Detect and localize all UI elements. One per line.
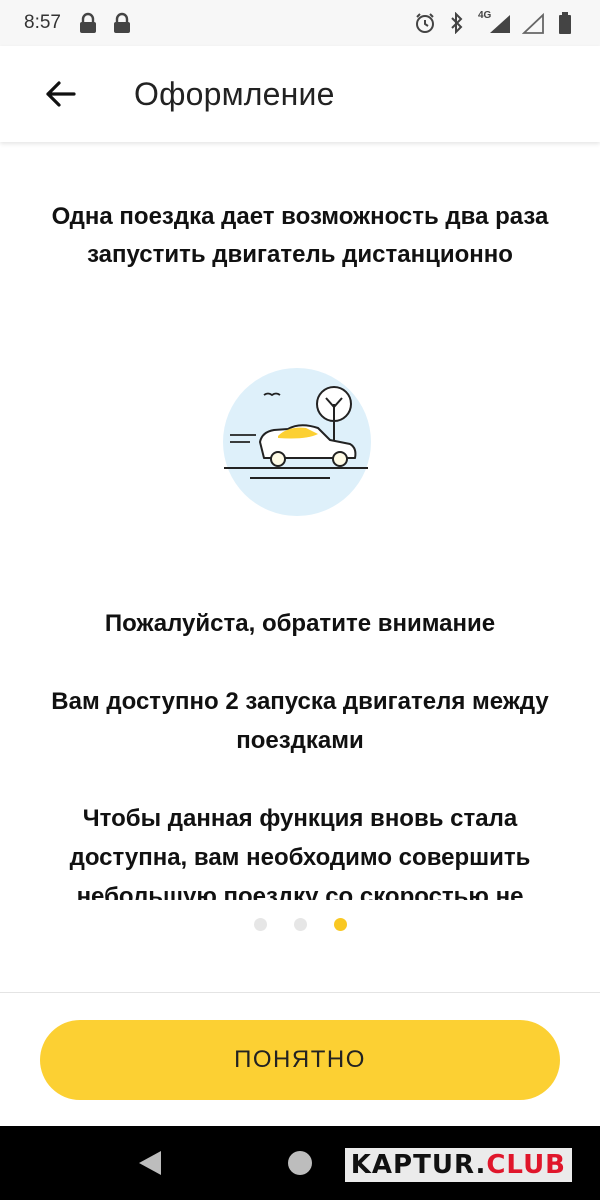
signal-empty-icon [522, 12, 544, 34]
system-nav-bar: KAPTUR. CLUB [0, 1126, 600, 1200]
status-time: 8:57 [24, 12, 61, 33]
signal-icon: 4G [478, 10, 512, 34]
bluetooth-icon [446, 12, 468, 34]
pagination-dot-active[interactable] [333, 918, 347, 931]
notice-text: Пожалуйста, обратите внимание Вам доступ… [40, 604, 560, 900]
pagination-dots [0, 918, 600, 931]
car-tree-illustration [223, 368, 371, 516]
pagination-dot[interactable] [293, 918, 307, 931]
onboarding-content: Одна поездка дает возможность два раза з… [0, 142, 600, 992]
home-circle-icon[interactable] [285, 1148, 315, 1178]
status-bar: 8:57 4G [0, 0, 600, 46]
lock-icon [111, 12, 133, 34]
status-left-icons [77, 12, 133, 34]
bottom-action-area: ПОНЯТНО [0, 992, 600, 1126]
lock-icon [77, 12, 99, 34]
watermark-logo: KAPTUR. CLUB [344, 1148, 572, 1182]
slide-headline: Одна поездка дает возможность два раза з… [51, 203, 549, 268]
alarm-icon [414, 12, 436, 34]
back-triangle-icon[interactable] [135, 1148, 165, 1178]
notice-title: Пожалуйста, обратите внимание [104, 610, 496, 637]
watermark-part-2: CLUB [486, 1150, 566, 1180]
arrow-left-icon [46, 81, 76, 107]
pagination-dot[interactable] [253, 918, 267, 931]
app-bar: Оформление [0, 46, 600, 142]
notice-line-2: Чтобы данная функция вновь стала доступн… [69, 805, 531, 900]
status-right-icons: 4G [414, 10, 576, 34]
back-button[interactable] [30, 64, 90, 124]
confirm-button[interactable]: ПОНЯТНО [40, 1020, 560, 1100]
notice-line-1: Вам доступно 2 запуска двигателя между п… [51, 688, 549, 754]
network-label: 4G [478, 10, 492, 21]
watermark-part-1: KAPTUR. [350, 1150, 487, 1180]
battery-icon [554, 12, 576, 34]
page-title: Оформление [134, 75, 335, 112]
